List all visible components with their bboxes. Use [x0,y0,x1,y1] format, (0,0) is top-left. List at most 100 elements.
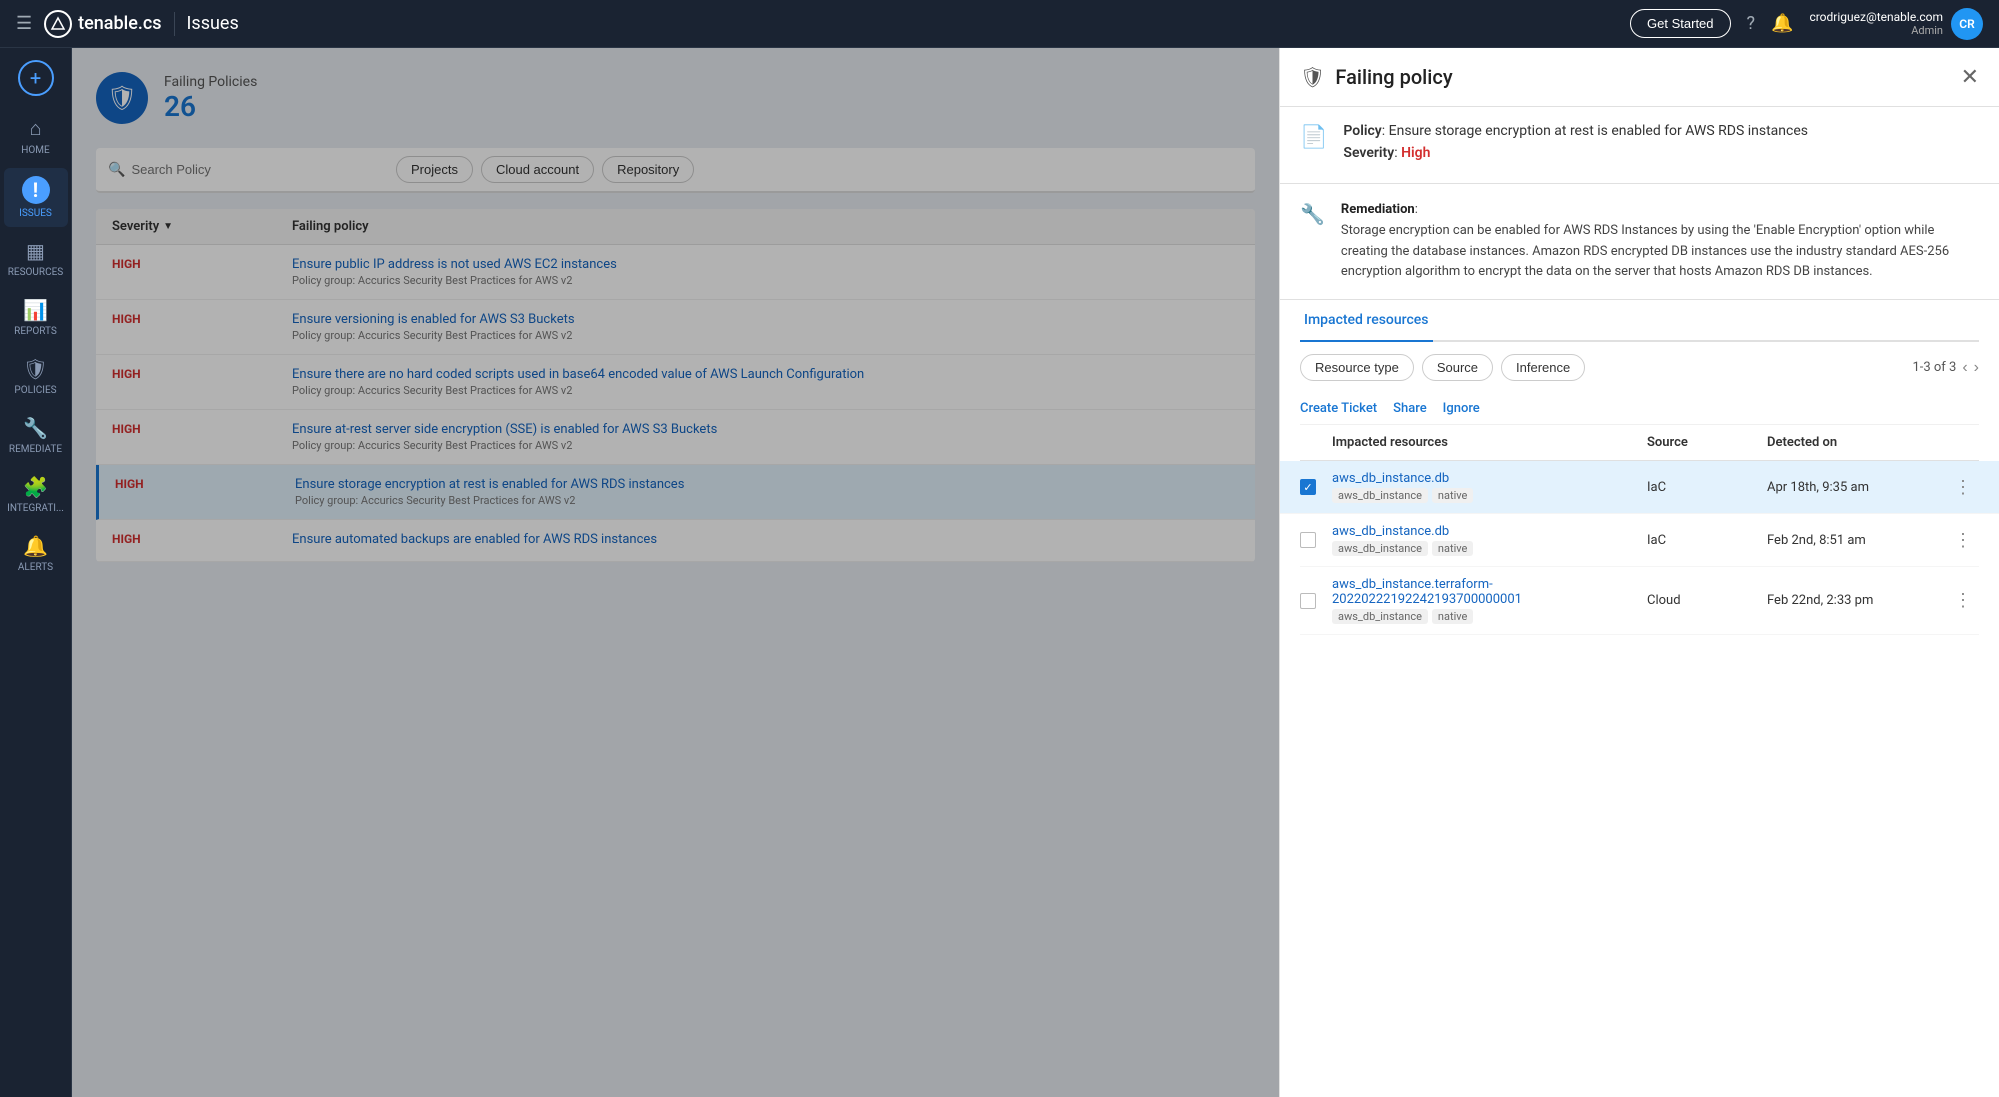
table-row[interactable]: HIGH Ensure at-rest server side encrypti… [96,410,1255,465]
issues-table: Severity ▼ Failing policy HIGH Ensure pu… [96,209,1255,562]
failing-policies-icon: 🛡 [96,72,148,124]
failing-policies-label: Failing Policies [164,74,257,90]
row-more-button-2[interactable]: ⋮ [1947,530,1979,551]
policy-link[interactable]: Ensure automated backups are enabled for… [292,532,1239,547]
panel-title: Failing policy [1335,65,1452,89]
sidebar-label-reports: REPORTS [14,326,57,337]
issues-icon: ! [22,176,50,204]
document-icon: 📄 [1300,125,1327,167]
ignore-link[interactable]: Ignore [1443,401,1480,416]
source-label-2: IaC [1647,533,1767,548]
share-link[interactable]: Share [1393,401,1427,416]
navbar: ☰ tenable.cs Issues Get Started ? 🔔 crod… [0,0,1999,48]
sidebar-label-issues: ISSUES [19,208,52,219]
sidebar-item-policies[interactable]: 🛡 POLICIES [4,349,68,404]
help-icon[interactable]: ? [1747,13,1756,34]
tab-impacted-resources[interactable]: Impacted resources [1300,300,1433,342]
resources-icon: ▦ [26,239,45,263]
row-more-button-3[interactable]: ⋮ [1947,590,1979,611]
panel-close-button[interactable]: ✕ [1961,64,1979,90]
wrench-icon: 🔧 [1300,202,1325,283]
table-row[interactable]: HIGH Ensure storage encryption at rest i… [96,465,1255,520]
resource-link-2[interactable]: aws_db_instance.db [1332,524,1647,539]
hamburger-icon[interactable]: ☰ [16,13,32,34]
pagination-prev-button[interactable]: ‹ [1962,359,1967,377]
detected-on-2: Feb 2nd, 8:51 am [1767,533,1947,548]
remediation-title: Remediation [1341,202,1415,217]
policy-group: Policy group: Accurics Security Best Pra… [292,384,1239,397]
sidebar-item-home[interactable]: ⌂ HOME [4,108,68,164]
resource-type-filter-button[interactable]: Resource type [1300,354,1414,381]
reports-icon: 📊 [23,298,48,322]
impacted-filter-row: Resource type Source Inference 1-3 of 3 … [1300,342,1979,393]
actions-column-header [1947,435,1979,450]
severity-badge: HIGH [112,257,292,287]
sidebar-label-integrations: INTEGRATI... [7,503,64,514]
create-ticket-link[interactable]: Create Ticket [1300,401,1377,416]
severity-column-header: Severity ▼ [112,219,292,234]
home-icon: ⌂ [29,116,41,141]
navbar-left: ☰ tenable.cs Issues [16,10,239,38]
policy-link[interactable]: Ensure versioning is enabled for AWS S3 … [292,312,1239,327]
resource-tag: native [1432,488,1473,503]
row-checkbox-3[interactable] [1300,593,1316,609]
row-checkbox-1[interactable]: ✓ [1300,479,1316,495]
policy-group: Policy group: Accurics Security Best Pra… [292,274,1239,287]
get-started-button[interactable]: Get Started [1630,9,1730,38]
sidebar-add-button[interactable]: + [18,60,54,96]
panel-policy-info: 📄 Policy: Ensure storage encryption at r… [1280,107,1999,184]
detected-on-1: Apr 18th, 9:35 am [1767,480,1947,495]
resource-link-3[interactable]: aws_db_instance.terraform-20220222192242… [1332,577,1647,607]
row-checkbox-2[interactable] [1300,532,1316,548]
impacted-section: Impacted resources Resource type Source … [1280,300,1999,1097]
detected-on-3: Feb 22nd, 2:33 pm [1767,593,1947,608]
detected-on-column-header: Detected on [1767,435,1947,450]
logo: tenable.cs [44,10,161,38]
table-row[interactable]: HIGH Ensure there are no hard coded scri… [96,355,1255,410]
repository-filter-button[interactable]: Repository [602,156,694,183]
filter-bar: 🔍 Projects Cloud account Repository [96,148,1255,193]
sidebar-item-remediate[interactable]: 🔧 REMEDIATE [4,408,68,463]
panel-shield-icon: 🛡 [1300,65,1325,89]
table-row[interactable]: HIGH Ensure public IP address is not use… [96,245,1255,300]
pagination-text: 1-3 of 3 [1912,360,1956,375]
resource-tags-1: aws_db_instance native [1332,488,1647,503]
user-email: crodriguez@tenable.com [1809,10,1943,24]
table-row[interactable]: HIGH Ensure automated backups are enable… [96,520,1255,562]
notification-icon[interactable]: 🔔 [1771,13,1793,34]
sidebar-item-integrations[interactable]: 🧩 INTEGRATI... [4,467,68,522]
table-row[interactable]: HIGH Ensure versioning is enabled for AW… [96,300,1255,355]
row-more-button-1[interactable]: ⋮ [1947,477,1979,498]
policy-link[interactable]: Ensure storage encryption at rest is ena… [295,477,1239,492]
severity-text: Severity: High [1343,145,1808,161]
source-filter-button[interactable]: Source [1422,354,1493,381]
policy-label: Policy [1343,123,1381,139]
severity-badge: HIGH [112,367,292,397]
logo-text: tenable.cs [78,13,161,34]
policy-link[interactable]: Ensure at-rest server side encryption (S… [292,422,1239,437]
ir-row: aws_db_instance.db aws_db_instance nativ… [1300,514,1979,567]
sidebar-item-resources[interactable]: ▦ RESOURCES [4,231,68,286]
resource-link-1[interactable]: aws_db_instance.db [1332,471,1647,486]
projects-filter-button[interactable]: Projects [396,156,473,183]
user-avatar[interactable]: CR [1951,8,1983,40]
sidebar-item-alerts[interactable]: 🔔 ALERTS [4,526,68,581]
policy-text: Policy: Ensure storage encryption at res… [1343,123,1808,139]
search-input[interactable] [131,162,331,177]
pagination-next-button[interactable]: › [1974,359,1979,377]
sidebar-label-policies: POLICIES [14,385,56,396]
cloud-account-filter-button[interactable]: Cloud account [481,156,594,183]
resource-tag: aws_db_instance [1332,609,1428,624]
policy-link[interactable]: Ensure public IP address is not used AWS… [292,257,1239,272]
inference-filter-button[interactable]: Inference [1501,354,1585,381]
sidebar-label-alerts: ALERTS [18,562,53,573]
resource-tag: aws_db_instance [1332,541,1428,556]
policy-link[interactable]: Ensure there are no hard coded scripts u… [292,367,1239,382]
sidebar: + ⌂ HOME ! ISSUES ▦ RESOURCES 📊 REPORTS … [0,48,72,1097]
issues-header: 🛡 Failing Policies 26 [96,72,1255,124]
ir-row: ✓ aws_db_instance.db aws_db_instance nat… [1280,461,1999,514]
sidebar-item-reports[interactable]: 📊 REPORTS [4,290,68,345]
policies-icon: 🛡 [23,357,48,381]
sidebar-item-issues[interactable]: ! ISSUES [4,168,68,227]
remediation-text: Remediation: Storage encryption can be e… [1341,200,1979,283]
